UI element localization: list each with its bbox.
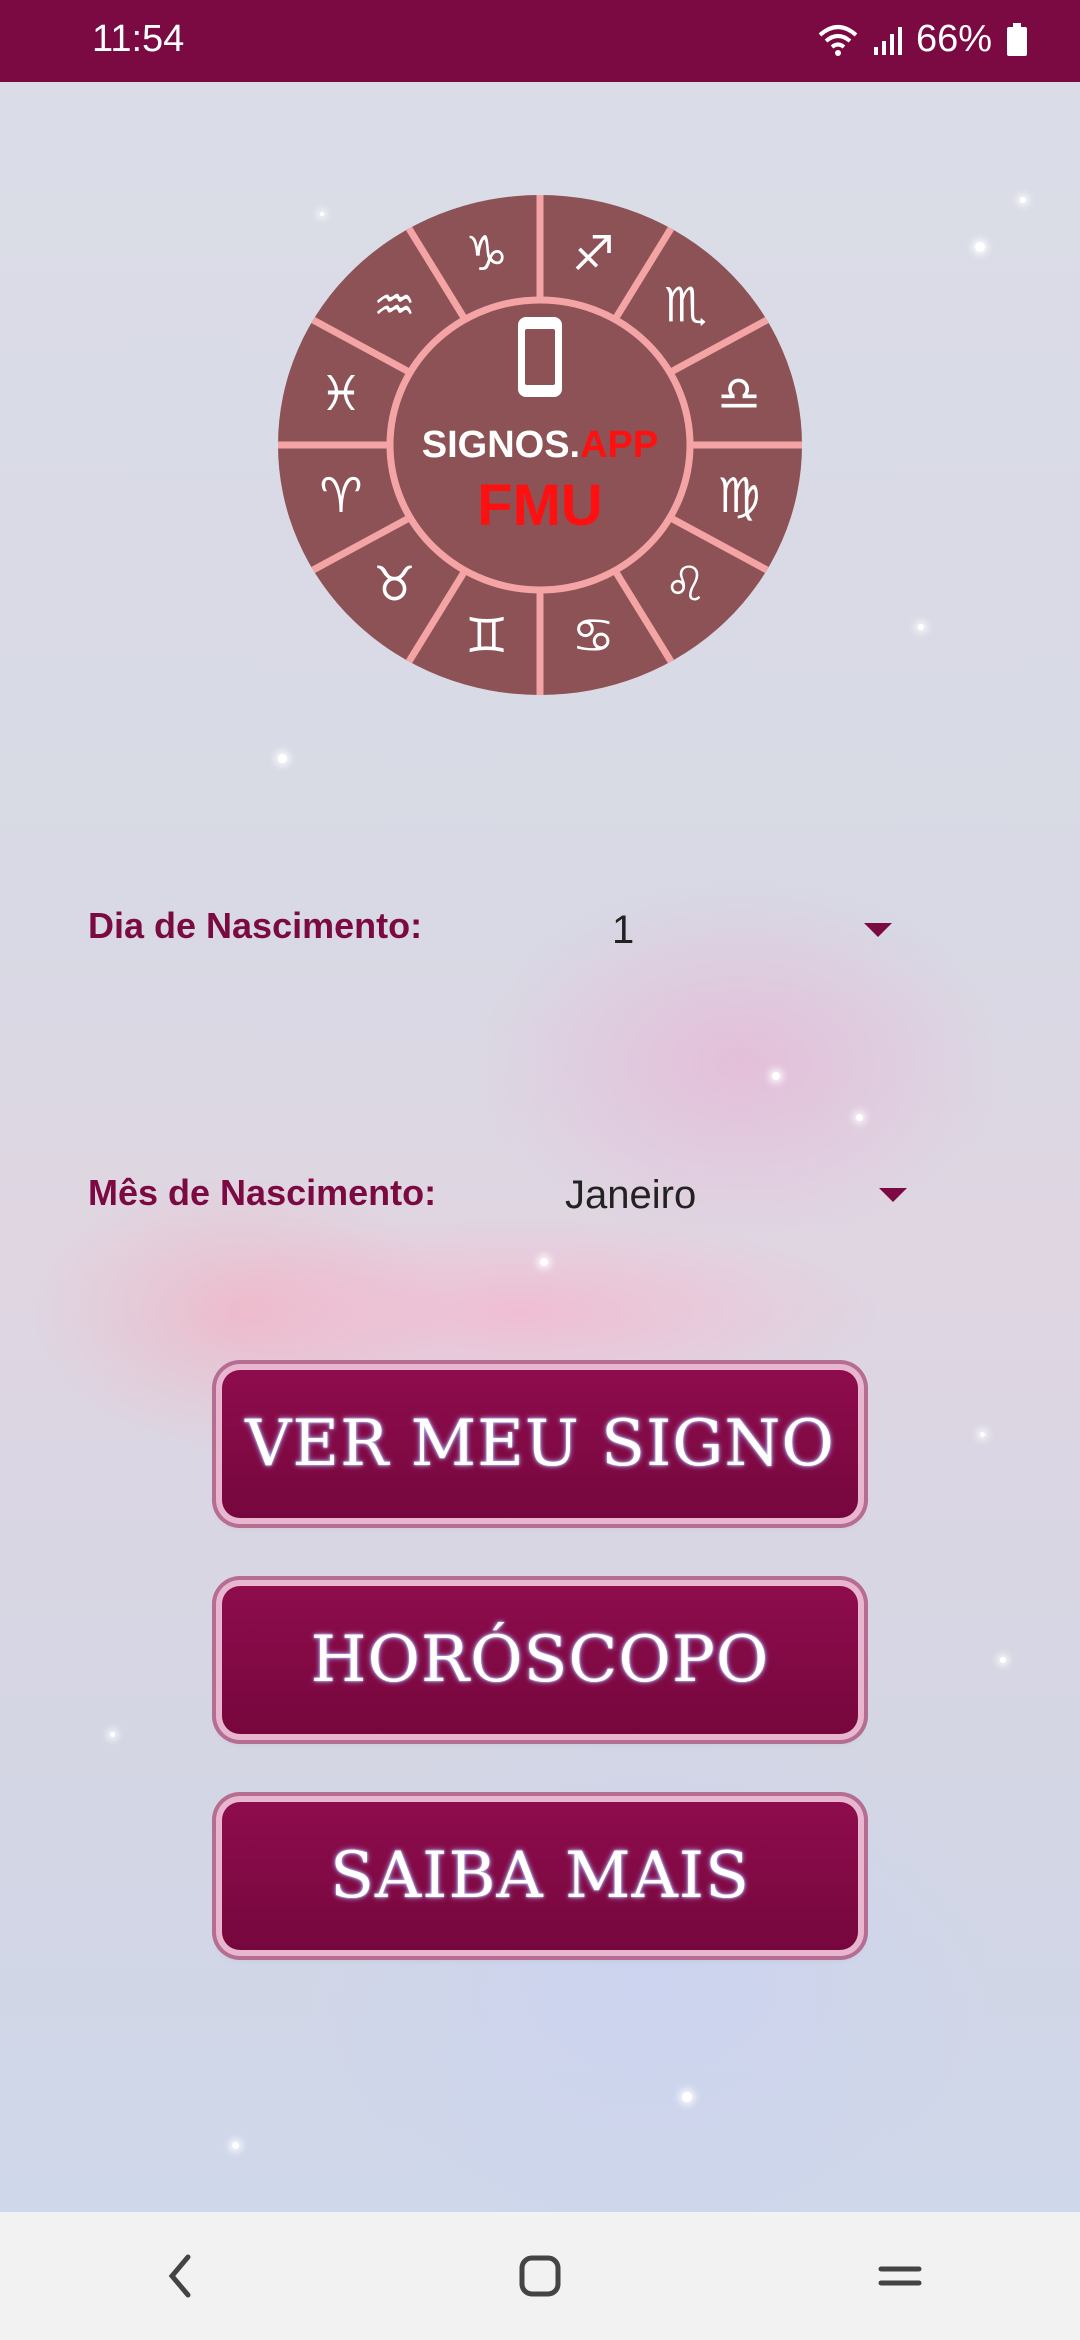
phone-screen: [525, 329, 555, 385]
zodiac-glyph-icon: ♋: [572, 608, 615, 664]
battery-icon: [1007, 22, 1027, 56]
navigation-bar: [0, 2212, 1080, 2340]
zodiac-glyph-icon: ♍: [717, 468, 760, 524]
day-label: Dia de Nascimento:: [88, 905, 423, 946]
logo-title-red: APP: [580, 424, 658, 466]
star: [540, 1258, 548, 1266]
zodiac-glyph-icon: ♑: [465, 226, 508, 282]
logo-title-white: SIGNOS.: [422, 424, 580, 466]
recent-apps-icon[interactable]: [860, 2236, 940, 2316]
star: [1000, 1657, 1006, 1663]
zodiac-glyph-icon: ♏: [664, 277, 707, 333]
star: [975, 242, 985, 252]
signos-app-logo: ♐ ♏♎ ♍♌ ♋ ♊ ♉♈ ♓♒ ♑ SIGNOS.APP FMU: [278, 195, 802, 695]
star: [980, 1432, 985, 1437]
status-icons: 66%: [818, 18, 1028, 61]
zodiac-glyph-icon: ♐: [572, 226, 615, 282]
star: [1020, 197, 1026, 203]
logo-subtitle: FMU: [477, 473, 603, 538]
month-select-value: Janeiro: [565, 1172, 697, 1217]
zodiac-glyph-icon: ♈: [320, 468, 363, 524]
zodiac-glyph-icon: ♓: [320, 366, 363, 422]
star: [682, 2092, 692, 2102]
zodiac-glyph-icon: ♊: [465, 608, 508, 664]
day-select[interactable]: 1: [612, 900, 892, 960]
status-bar: 11:54 66%: [0, 0, 1080, 82]
month-label: Mês de Nascimento:: [88, 1172, 437, 1213]
zodiac-glyph-icon: ♒: [373, 277, 416, 333]
month-select[interactable]: Janeiro: [565, 1165, 907, 1225]
home-icon[interactable]: [500, 2236, 580, 2316]
signal-icon: [873, 26, 902, 55]
zodiac-glyph-icon: ♌: [664, 557, 707, 613]
back-icon[interactable]: [140, 2236, 220, 2316]
battery-percent: 66%: [915, 18, 992, 60]
star: [856, 1114, 863, 1121]
horoscope-button[interactable]: HORÓSCOPO: [222, 1586, 858, 1734]
dropdown-arrow-icon: [864, 923, 892, 937]
zodiac-glyph-icon: ♉: [373, 557, 416, 613]
star: [110, 1732, 115, 1737]
wifi-icon: [818, 24, 858, 56]
learn-more-button[interactable]: SAIBA MAIS: [222, 1802, 858, 1950]
star: [278, 754, 287, 763]
star: [232, 2142, 239, 2149]
day-select-value: 1: [612, 907, 635, 952]
status-time: 11:54: [92, 18, 185, 60]
zodiac-glyph-icon: ♎: [717, 366, 760, 422]
star: [772, 1072, 780, 1080]
dropdown-arrow-icon: [879, 1188, 907, 1202]
see-my-sign-button[interactable]: VER MEU SIGNO: [222, 1370, 858, 1518]
logo-title: SIGNOS.APP: [422, 424, 659, 466]
star: [918, 624, 924, 630]
